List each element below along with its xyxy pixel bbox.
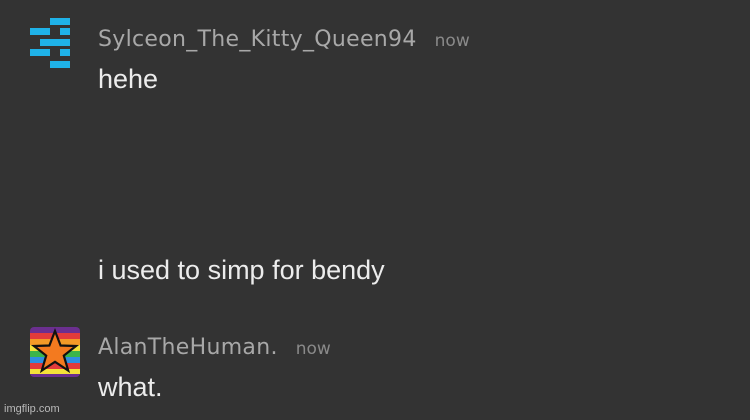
- pixel-pattern-icon: [30, 18, 70, 68]
- imgflip-watermark: imgflip.com: [4, 403, 60, 415]
- message-text: i used to simp for bendy: [98, 255, 385, 285]
- message-text: hehe: [98, 64, 159, 94]
- user-avatar[interactable]: [30, 18, 80, 68]
- user-avatar[interactable]: [30, 327, 80, 377]
- message-header: AlanTheHuman. now: [98, 335, 331, 360]
- timestamp: now: [434, 31, 470, 51]
- message-header: Sylceon_The_Kitty_Queen94 now: [98, 27, 470, 52]
- timestamp: now: [295, 339, 331, 359]
- username[interactable]: AlanTheHuman.: [98, 335, 278, 360]
- message-text: what.: [98, 372, 163, 402]
- username[interactable]: Sylceon_The_Kitty_Queen94: [98, 27, 417, 52]
- rainbow-star-icon: [30, 327, 80, 377]
